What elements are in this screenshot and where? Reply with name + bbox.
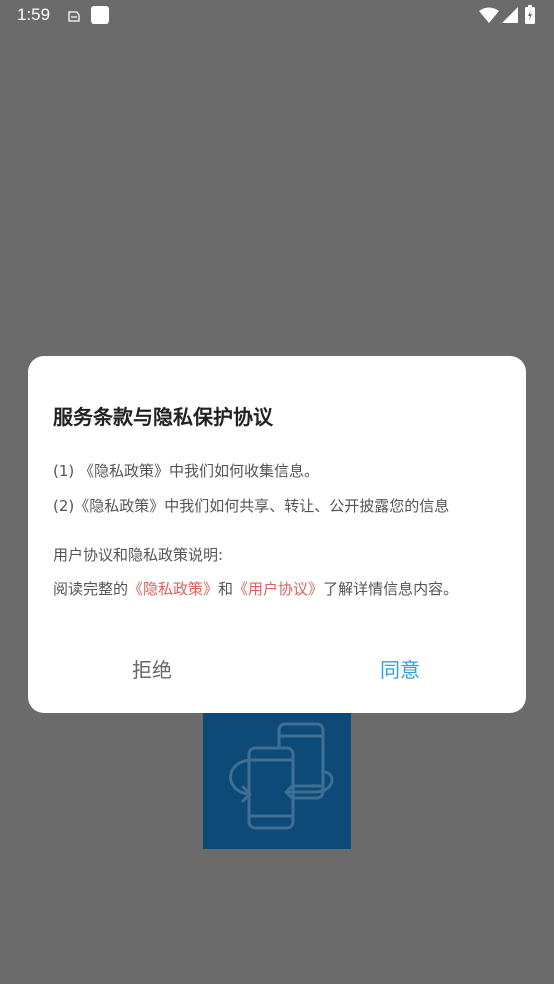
and-text: 和	[218, 580, 234, 598]
wifi-icon	[479, 7, 499, 27]
app-logo	[203, 700, 351, 849]
read-prefix: 阅读完整的	[53, 580, 129, 598]
app-icon	[91, 6, 109, 28]
section-heading: 用户协议和隐私政策说明:	[53, 546, 224, 564]
reject-button[interactable]: 拒绝	[132, 654, 172, 683]
user-agreement-link[interactable]: 《用户协议》	[233, 580, 323, 598]
signal-icon	[502, 7, 518, 27]
status-bar: 1:59	[0, 0, 554, 30]
phone-transfer-icon	[229, 722, 334, 830]
read-full-text: 阅读完整的《隐私政策》和《用户协议》了解详情信息内容。	[53, 578, 458, 599]
policy-item-2: (2)《隐私政策》中我们如何共享、转让、公开披露您的信息	[53, 497, 450, 515]
read-suffix: 了解详情信息内容。	[323, 580, 459, 598]
agree-button[interactable]: 同意	[380, 654, 420, 683]
privacy-dialog: 服务条款与隐私保护协议 (1) 《隐私政策》中我们如何收集信息。 (2)《隐私政…	[28, 356, 526, 713]
notification-icon	[66, 8, 81, 27]
policy-item-1: (1) 《隐私政策》中我们如何收集信息。	[53, 462, 320, 480]
privacy-policy-link[interactable]: 《隐私政策》	[128, 580, 218, 598]
battery-icon	[525, 5, 535, 28]
dialog-title: 服务条款与隐私保护协议	[53, 405, 273, 429]
status-time: 1:59	[17, 5, 51, 24]
